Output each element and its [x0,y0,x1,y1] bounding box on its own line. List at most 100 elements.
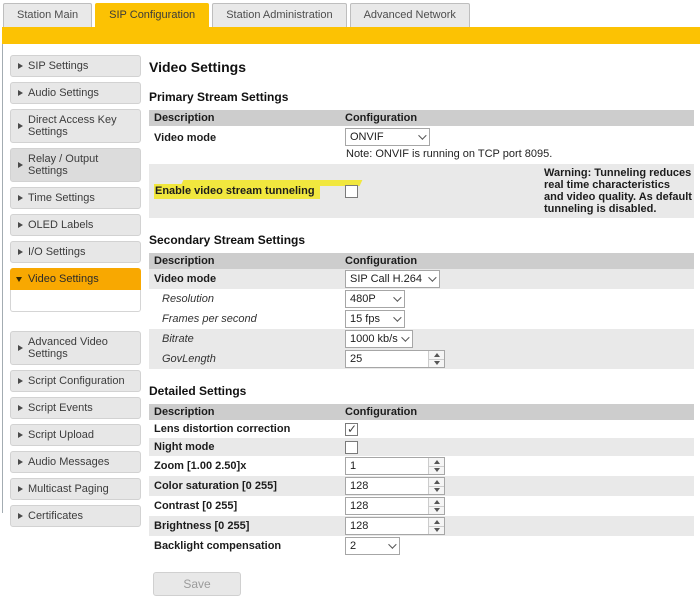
sidebar-item-sip-settings[interactable]: SIP Settings [10,55,141,77]
govlength-label: GovLength [149,351,345,367]
spinner-up-button[interactable] [429,478,444,487]
sidebar-item-video-settings[interactable]: Video Settings [10,268,141,290]
chevron-down-icon [16,277,22,282]
sidebar-item-audio-settings[interactable]: Audio Settings [10,82,141,104]
bitrate-select[interactable]: 1000 kb/s [345,330,413,348]
contrast-spinner[interactable]: 128 [345,497,445,515]
table-row-govlength: GovLength 25 [149,349,694,369]
sidebar-item-label: Certificates [28,510,83,522]
tab-station-main[interactable]: Station Main [3,3,92,27]
enable-tunneling-checkbox[interactable] [345,185,358,198]
spinner-down-button[interactable] [429,467,444,475]
spinner-up-button[interactable] [429,518,444,527]
sidebar-item-label: OLED Labels [28,219,93,231]
color-saturation-spinner-value: 128 [346,478,428,494]
table-header-row: Description Configuration [149,404,694,420]
secondary-stream-settings-table: Description Configuration Video mode SIP… [149,253,694,369]
night-mode-checkbox[interactable] [345,441,358,454]
tab-station-administration[interactable]: Station Administration [212,3,346,27]
spinner-down-button[interactable] [429,360,444,368]
sidebar-item-time-settings[interactable]: Time Settings [10,187,141,209]
tunneling-warning-text: Warning: Tunneling reduces real time cha… [542,164,694,218]
triangle-up-icon [434,353,440,357]
resolution-select[interactable]: 480P [345,290,405,308]
resolution-label: Resolution [149,291,345,307]
brightness-label: Brightness [0 255] [149,518,345,534]
tab-advanced-network[interactable]: Advanced Network [350,3,470,27]
sidebar-spacer [10,317,141,331]
table-row-enable-tunneling: Enable video stream tunneling Warning: T… [149,164,694,218]
sidebar-item-advanced-video-settings[interactable]: Advanced Video Settings [10,331,141,365]
sidebar-item-audio-messages[interactable]: Audio Messages [10,451,141,473]
frames-per-second-select[interactable]: 15 fps [345,310,405,328]
sidebar-nav: SIP Settings Audio Settings Direct Acces… [3,55,141,513]
accent-bar [2,27,700,44]
configuration-column-header: Configuration [345,405,694,419]
sidebar-item-label: Script Events [28,402,93,414]
triangle-up-icon [434,520,440,524]
detailed-settings-table: Description Configuration Lens distortio… [149,404,694,556]
triangle-up-icon [434,500,440,504]
page-body: SIP Settings Audio Settings Direct Acces… [2,44,700,513]
spinner-up-button[interactable] [429,458,444,467]
spinner-down-button[interactable] [429,487,444,495]
triangle-down-icon [434,361,440,365]
color-saturation-spinner[interactable]: 128 [345,477,445,495]
main-content: Video Settings Primary Stream Settings D… [141,55,700,513]
video-settings-expanded-panel [10,290,141,312]
tab-sip-configuration[interactable]: SIP Configuration [95,3,209,27]
chevron-right-icon [18,405,23,411]
sidebar-item-oled-labels[interactable]: OLED Labels [10,214,141,236]
table-row-frames-per-second: Frames per second 15 fps [149,309,694,329]
table-row-color-saturation: Color saturation [0 255] 128 [149,476,694,496]
zoom-spinner[interactable]: 1 [345,457,445,475]
table-row-resolution: Resolution 480P [149,289,694,309]
sidebar-item-script-upload[interactable]: Script Upload [10,424,141,446]
triangle-down-icon [434,508,440,512]
color-saturation-label: Color saturation [0 255] [149,478,345,494]
description-column-header: Description [149,404,345,420]
frames-per-second-select-value: 15 fps [350,313,380,325]
onvif-port-note: Note: ONVIF is running on TCP port 8095. [345,146,694,163]
contrast-label: Contrast [0 255] [149,498,345,514]
video-mode-select[interactable]: ONVIF [345,128,430,146]
sidebar-item-io-settings[interactable]: I/O Settings [10,241,141,263]
sidebar-item-label: Direct Access Key Settings [28,114,117,138]
chevron-right-icon [18,459,23,465]
secondary-video-mode-select[interactable]: SIP Call H.264 [345,270,440,288]
chevron-right-icon [18,222,23,228]
table-row-bitrate: Bitrate 1000 kb/s [149,329,694,349]
chevron-right-icon [18,63,23,69]
description-column-header: Description [149,253,345,269]
govlength-spinner[interactable]: 25 [345,350,445,368]
spinner-up-button[interactable] [429,498,444,507]
sidebar-item-script-configuration[interactable]: Script Configuration [10,370,141,392]
chevron-down-icon [418,131,426,139]
table-row-video-mode: Video mode ONVIF Note: ONVIF is running … [149,126,694,164]
lens-distortion-checkbox[interactable] [345,423,358,436]
sidebar-item-certificates[interactable]: Certificates [10,505,141,527]
spinner-down-button[interactable] [429,527,444,535]
chevron-right-icon [18,249,23,255]
configuration-column-header: Configuration [345,111,694,125]
sidebar-item-label: Video Settings [28,273,99,285]
save-button[interactable]: Save [153,572,241,596]
video-mode-label: Video mode [149,127,345,146]
sidebar-item-label: Audio Settings [28,87,99,99]
spinner-up-button[interactable] [429,351,444,360]
table-row-brightness: Brightness [0 255] 128 [149,516,694,536]
chevron-right-icon [18,123,23,129]
sidebar-item-relay-output-settings[interactable]: Relay / Output Settings [10,148,141,182]
sidebar-item-multicast-paging[interactable]: Multicast Paging [10,478,141,500]
chevron-down-icon [428,273,436,281]
sidebar-item-direct-access-key-settings[interactable]: Direct Access Key Settings [10,109,141,143]
chevron-down-icon [401,333,409,341]
backlight-compensation-select[interactable]: 2 [345,537,400,555]
sidebar-item-script-events[interactable]: Script Events [10,397,141,419]
chevron-right-icon [18,378,23,384]
spinner-down-button[interactable] [429,507,444,515]
video-mode-select-value: ONVIF [350,131,384,143]
triangle-up-icon [434,480,440,484]
lens-distortion-label: Lens distortion correction [149,421,345,437]
sidebar-item-label: Script Configuration [28,375,125,387]
